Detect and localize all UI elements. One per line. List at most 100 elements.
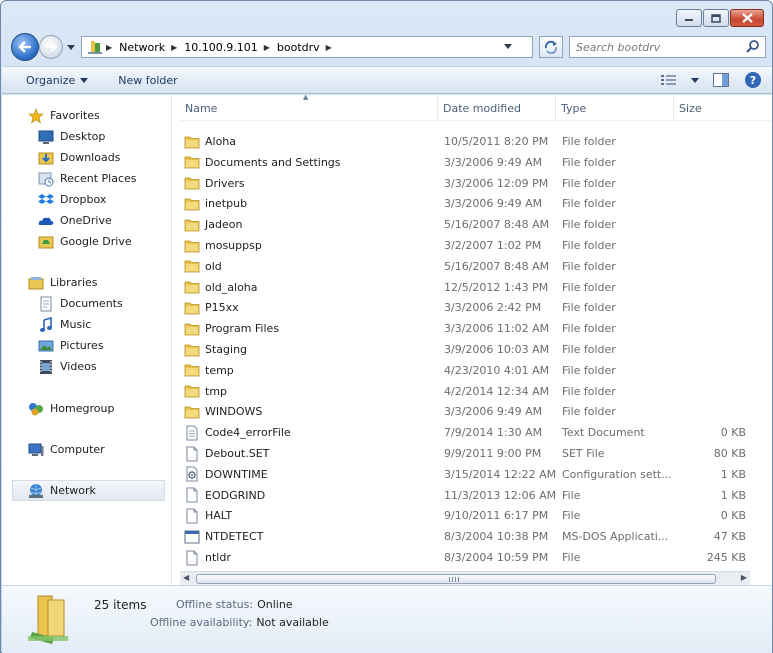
minimize-button[interactable] (676, 9, 702, 27)
breadcrumb-host[interactable]: 10.100.9.101 (180, 37, 261, 57)
nav-pictures[interactable]: Pictures (2, 335, 171, 356)
pictures-icon (38, 340, 54, 351)
file-size-cell (678, 152, 746, 173)
file-name: DOWNTIME (205, 467, 268, 481)
recent-pages-dropdown[interactable] (66, 42, 76, 52)
nav-google-drive[interactable]: Google Drive (2, 231, 171, 252)
table-row[interactable]: NTDETECT 8/3/2004 10:38 PM MS-DOS Applicat… (180, 526, 750, 547)
nav-desktop[interactable]: Desktop (2, 126, 171, 147)
folder-icon (184, 240, 200, 252)
breadcrumb-separator[interactable]: ▶ (324, 43, 335, 52)
file-type: MS-DOS Applicati... (562, 530, 669, 544)
table-row[interactable]: Debout.SET 9/9/2011 9:00 PM SET File 80 KB (180, 443, 750, 464)
new-folder-button[interactable]: New folder (110, 69, 185, 91)
preview-pane-button[interactable] (710, 70, 732, 90)
table-row[interactable]: Aloha 10/5/2011 8:20 PM File folder (180, 131, 750, 152)
address-bar[interactable]: ▶ Network ▶ 10.100.9.101 ▶ bootdrv ▶ (81, 36, 533, 58)
view-options-dropdown[interactable] (690, 70, 700, 90)
file-type: File folder (562, 155, 616, 169)
file-type: File folder (562, 301, 616, 315)
file-date-cell: 10/5/2011 8:20 PM (444, 131, 560, 152)
horizontal-scrollbar[interactable]: ◀ ▶ (180, 571, 750, 586)
nav-dropbox[interactable]: Dropbox (2, 189, 171, 210)
table-row[interactable]: Documents and Settings 3/3/2006 9:49 AM Fi… (180, 152, 750, 173)
table-row[interactable]: mosuppsp 3/2/2007 1:02 PM File folder (180, 235, 750, 256)
search-box[interactable]: Search bootdrv (569, 36, 766, 58)
details-view-icon (661, 75, 676, 85)
table-row[interactable]: WINDOWS 3/3/2006 9:49 AM File folder (180, 401, 750, 422)
offline-availability-label: Offline availability: (150, 616, 253, 629)
column-header-size[interactable]: Size (674, 95, 750, 121)
table-row[interactable]: HALT 9/10/2011 6:17 PM File 0 KB (180, 505, 750, 526)
file-name: Aloha (205, 135, 237, 148)
forward-button[interactable] (39, 35, 63, 59)
nav-recent-places[interactable]: Recent Places (2, 168, 171, 189)
table-row[interactable]: EODGRIND 11/3/2013 12:06 AM File 1 KB (180, 485, 750, 506)
back-button[interactable] (11, 33, 39, 61)
table-row[interactable]: old_aloha 12/5/2012 1:43 PM File folder (180, 277, 750, 298)
maximize-button[interactable] (703, 9, 729, 27)
breadcrumb-separator[interactable]: ▶ (262, 43, 273, 52)
star-icon (28, 107, 44, 124)
organize-button[interactable]: Organize (18, 69, 96, 91)
table-row[interactable]: Code4_errorFile 7/9/2014 1:30 AM Text Docu… (180, 422, 750, 443)
table-row[interactable]: inetpub 3/3/2006 9:49 AM File folder (180, 193, 750, 214)
search-icon[interactable] (745, 39, 761, 55)
breadcrumb-bootdrv[interactable]: bootdrv (273, 37, 324, 57)
nav-downloads[interactable]: Downloads (2, 147, 171, 168)
address-history-dropdown[interactable] (504, 42, 512, 51)
file-type-cell: File folder (562, 152, 678, 173)
file-list: ▲ Name Date modified Type Size Aloha 10/5… (180, 95, 772, 585)
nav-computer[interactable]: Computer (2, 439, 171, 460)
nav-favorites[interactable]: Favorites (2, 105, 171, 126)
search-input[interactable]: Search bootdrv (570, 41, 745, 54)
file-name-cell: Jadeon (184, 214, 436, 235)
table-row[interactable]: tmp 4/2/2014 12:34 AM File folder (180, 381, 750, 402)
nav-videos[interactable]: Videos (2, 356, 171, 377)
column-header-type[interactable]: Type (556, 95, 674, 121)
refresh-button[interactable] (539, 36, 563, 58)
file-date: 3/2/2007 1:02 PM (444, 239, 542, 252)
nav-music[interactable]: Music (2, 314, 171, 335)
table-row[interactable]: Jadeon 5/16/2007 8:48 AM File folder (180, 214, 750, 235)
file-name-cell: P15xx (184, 297, 436, 318)
change-view-button[interactable] (658, 70, 680, 90)
nav-homegroup[interactable]: Homegroup (2, 398, 171, 419)
scroll-right-icon[interactable]: ▶ (741, 573, 747, 582)
table-row[interactable]: DOWNTIME 3/15/2014 12:22 AM Configuration … (180, 464, 750, 485)
folder-icon (184, 385, 200, 398)
google-drive-icon (38, 236, 54, 248)
nav-onedrive[interactable]: OneDrive (2, 210, 171, 231)
table-row[interactable]: old 5/16/2007 8:48 AM File folder (180, 256, 750, 277)
file-type: File (562, 551, 581, 564)
table-row[interactable]: P15xx 3/3/2006 2:42 PM File folder (180, 297, 750, 318)
nav-documents[interactable]: Documents (2, 293, 171, 314)
close-button[interactable] (730, 9, 764, 27)
table-row[interactable]: Drivers 3/3/2006 12:09 PM File folder (180, 173, 750, 194)
file-date: 3/3/2006 9:49 AM (444, 405, 543, 419)
table-row[interactable]: ntldr 8/3/2004 10:59 PM File 245 KB (180, 547, 750, 568)
column-header-name[interactable]: Name (180, 95, 438, 121)
nav-network[interactable]: Network (12, 480, 165, 501)
nav-libraries[interactable]: Libraries (2, 272, 171, 293)
breadcrumb-network[interactable]: Network (115, 37, 169, 57)
table-row[interactable]: Staging 3/9/2006 10:03 AM File folder (180, 339, 750, 360)
column-label: Name (185, 101, 218, 115)
scroll-left-icon[interactable]: ◀ (183, 573, 189, 582)
file-type: File folder (562, 363, 616, 377)
scrollbar-thumb[interactable] (196, 574, 716, 584)
breadcrumb-separator[interactable]: ▶ (169, 43, 180, 52)
file-type-cell: SET File (562, 443, 678, 464)
favorites-group: Favorites Desktop Downloads Recent Place… (2, 105, 171, 252)
column-header-date[interactable]: Date modified (438, 95, 556, 121)
file-date-cell: 3/3/2006 2:42 PM (444, 297, 560, 318)
breadcrumb-separator: ▶ (106, 42, 113, 52)
file-type-cell: File folder (562, 297, 678, 318)
file-type-cell: File folder (562, 277, 678, 298)
folder-icon (184, 198, 200, 211)
help-button[interactable]: ? (742, 70, 764, 90)
table-row[interactable]: temp 4/23/2010 4:01 AM File folder (180, 360, 750, 381)
table-row[interactable]: Program Files 3/3/2006 11:02 AM File folde… (180, 318, 750, 339)
file-date-cell: 8/3/2004 10:59 PM (444, 547, 560, 568)
file-date-cell: 3/3/2006 9:49 AM (444, 193, 560, 214)
